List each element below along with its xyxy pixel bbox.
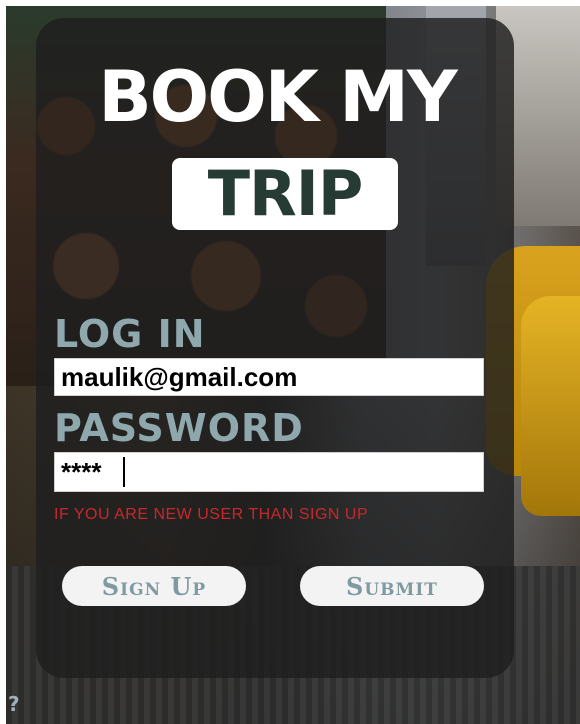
password-label: PASSWORD <box>54 406 304 450</box>
text-cursor <box>123 457 125 487</box>
help-icon[interactable]: ? <box>8 692 26 716</box>
background-taxi <box>521 296 580 516</box>
submit-button[interactable]: Submit <box>300 566 484 606</box>
signup-notice: IF YOU ARE NEW USER THAN SIGN UP <box>54 506 369 523</box>
logo-subtitle: TRIP <box>207 157 364 230</box>
logo-badge: TRIP <box>172 158 398 230</box>
email-label: LOG IN <box>54 312 206 356</box>
email-field[interactable] <box>54 358 484 396</box>
password-field[interactable] <box>54 452 484 492</box>
sign-up-button[interactable]: Sign Up <box>62 566 246 606</box>
logo-title: BOOK MY <box>98 56 457 138</box>
